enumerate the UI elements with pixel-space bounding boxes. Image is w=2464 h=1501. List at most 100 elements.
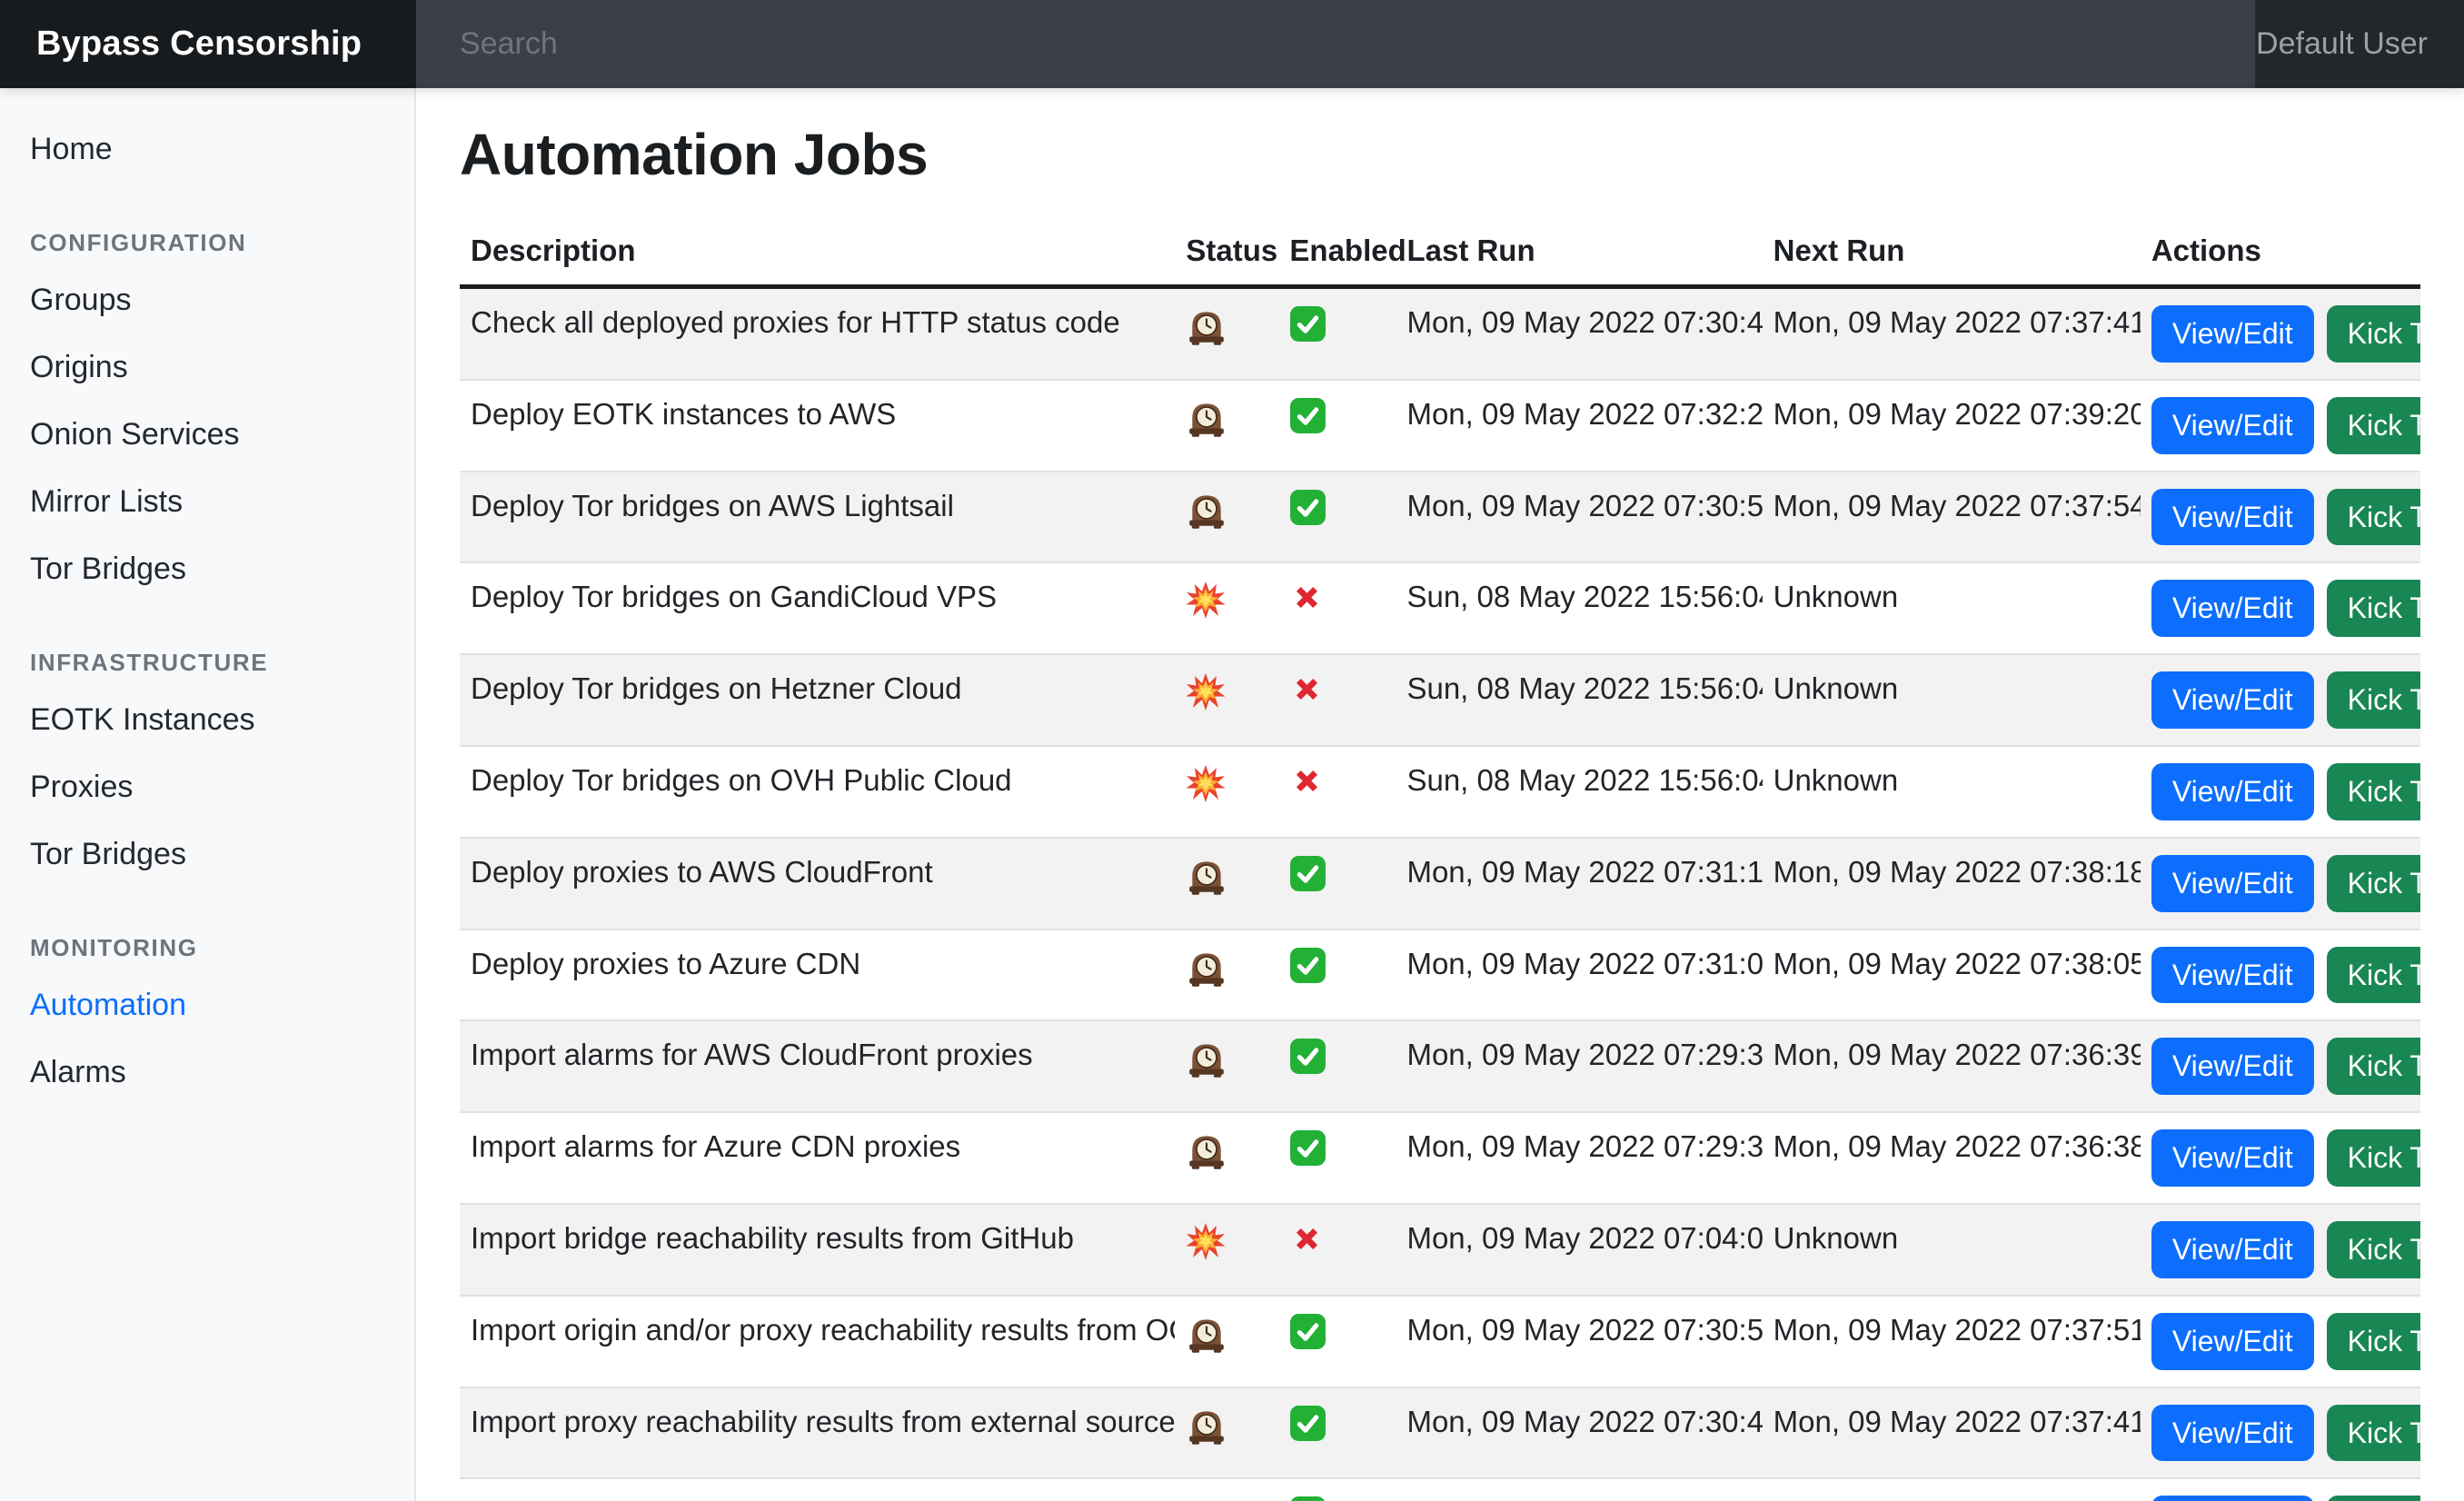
view-edit-button[interactable]: View/Edit: [2151, 397, 2314, 454]
kick-timer-button[interactable]: Kick Timer: [2327, 671, 2420, 729]
kick-timer-button[interactable]: Kick Timer: [2327, 1496, 2420, 1501]
view-edit-button[interactable]: View/Edit: [2151, 671, 2314, 729]
job-actions-cell: View/EditKick Timer: [2141, 1387, 2420, 1479]
sidebar-item-proxies[interactable]: Proxies: [0, 753, 414, 820]
job-description: Update mirror lists in AWS S3 buckets: [460, 1478, 1175, 1501]
sidebar-item-onion-services[interactable]: Onion Services: [0, 401, 414, 468]
job-last-run: Mon, 09 May 2022 07:29:38: [1396, 1112, 1762, 1204]
job-enabled-cell: [1278, 1112, 1396, 1204]
kick-timer-button[interactable]: Kick Timer: [2327, 305, 2420, 363]
job-description: Deploy Tor bridges on GandiCloud VPS: [460, 562, 1175, 654]
job-actions-cell: View/Edit Kick Timer: [2141, 1478, 2420, 1501]
job-actions-cell: View/EditKick Timer: [2141, 1112, 2420, 1204]
job-actions-cell: View/EditKick Timer: [2141, 1204, 2420, 1296]
job-status-cell: [1175, 838, 1278, 929]
view-edit-button[interactable]: View/Edit: [2151, 1038, 2314, 1095]
job-status-cell: [1175, 929, 1278, 1021]
sidebar-section-monitoring: MONITORING: [0, 924, 414, 971]
view-edit-button[interactable]: View/Edit: [2151, 1496, 2314, 1501]
kick-timer-button[interactable]: Kick Timer: [2327, 947, 2420, 1004]
kick-timer-button[interactable]: Kick Timer: [2327, 1405, 2420, 1462]
top-navbar: Bypass Censorship Default User: [0, 0, 2464, 88]
job-last-run: Sun, 08 May 2022 15:56:04: [1396, 746, 1762, 838]
sidebar-item-eotk-instances[interactable]: EOTK Instances: [0, 686, 414, 753]
job-enabled-cell: [1278, 1478, 1396, 1501]
job-actions-cell: View/EditKick Timer: [2141, 838, 2420, 929]
job-description: Deploy Tor bridges on Hetzner Cloud: [460, 654, 1175, 746]
view-edit-button[interactable]: View/Edit: [2151, 763, 2314, 820]
kick-timer-button[interactable]: Kick Timer: [2327, 580, 2420, 637]
sidebar-item-alarms[interactable]: Alarms: [0, 1039, 414, 1106]
user-menu[interactable]: Default User: [2255, 0, 2464, 88]
view-edit-button[interactable]: View/Edit: [2151, 489, 2314, 546]
kick-timer-button[interactable]: Kick Timer: [2327, 397, 2420, 454]
job-next-run: Unknown: [1763, 654, 2141, 746]
job-status-cell: [1175, 1296, 1278, 1387]
mantel-clock-icon: [1186, 489, 1227, 531]
job-enabled-cell: [1278, 472, 1396, 563]
job-last-run: Mon, 09 May 2022 07:31:05: [1396, 929, 1762, 1021]
view-edit-button[interactable]: View/Edit: [2151, 947, 2314, 1004]
check-mark-button-icon: [1289, 305, 1326, 343]
sidebar-section-configuration: CONFIGURATION: [0, 219, 414, 266]
view-edit-button[interactable]: View/Edit: [2151, 305, 2314, 363]
job-description: Import alarms for AWS CloudFront proxies: [460, 1020, 1175, 1112]
page-layout: Home CONFIGURATIONGroupsOriginsOnion Serv…: [0, 88, 2464, 1501]
sidebar-item-tor-bridges[interactable]: Tor Bridges: [0, 820, 414, 888]
job-status-cell: [1175, 1387, 1278, 1479]
search-input[interactable]: [458, 25, 2075, 63]
view-edit-button[interactable]: View/Edit: [2151, 855, 2314, 912]
sidebar-item-groups[interactable]: Groups: [0, 266, 414, 333]
kick-timer-button[interactable]: Kick Timer: [2327, 1129, 2420, 1187]
job-row: Deploy Tor bridges on Hetzner Cloud Sun, …: [460, 654, 2420, 746]
job-next-run: Mon, 09 May 2022 07:37:41: [1763, 1387, 2141, 1479]
job-enabled-cell: [1278, 1296, 1396, 1387]
job-next-run: Unknown: [1763, 1204, 2141, 1296]
job-status-cell: [1175, 1112, 1278, 1204]
job-last-run: Sun, 08 May 2022 15:56:04: [1396, 654, 1762, 746]
view-edit-button[interactable]: View/Edit: [2151, 1221, 2314, 1278]
sidebar-item-tor-bridges[interactable]: Tor Bridges: [0, 535, 414, 602]
job-enabled-cell: [1278, 1020, 1396, 1112]
cross-mark-icon: [1289, 763, 1325, 799]
kick-timer-button[interactable]: Kick Timer: [2327, 855, 2420, 912]
sidebar-item-mirror-lists[interactable]: Mirror Lists: [0, 468, 414, 535]
job-row: Update mirror lists in AWS S3 bucketsMon…: [460, 1478, 2420, 1501]
view-edit-button[interactable]: View/Edit: [2151, 1313, 2314, 1370]
view-edit-button[interactable]: View/Edit: [2151, 580, 2314, 637]
kick-timer-button[interactable]: Kick Timer: [2327, 763, 2420, 820]
job-actions-cell: View/EditKick Timer: [2141, 380, 2420, 472]
view-edit-button[interactable]: View/Edit: [2151, 1405, 2314, 1462]
sidebar-item-home[interactable]: Home: [0, 115, 414, 183]
job-enabled-cell: [1278, 746, 1396, 838]
job-status-cell: [1175, 562, 1278, 654]
job-row: Import alarms for Azure CDN proxiesMon, …: [460, 1112, 2420, 1204]
cross-mark-icon: [1289, 671, 1325, 707]
job-enabled-cell: [1278, 929, 1396, 1021]
job-status-cell: [1175, 287, 1278, 380]
check-mark-button-icon: [1289, 1129, 1326, 1167]
job-next-run: Mon, 09 May 2022 07:37:54: [1763, 472, 2141, 563]
job-actions-cell: View/EditKick Timer: [2141, 654, 2420, 746]
app-brand[interactable]: Bypass Censorship: [0, 0, 416, 88]
kick-timer-button[interactable]: Kick Timer: [2327, 489, 2420, 546]
job-description: Import proxy reachability results from e…: [460, 1387, 1175, 1479]
view-edit-button[interactable]: View/Edit: [2151, 1129, 2314, 1187]
job-actions-cell: View/EditKick Timer: [2141, 929, 2420, 1021]
job-row: Import proxy reachability results from e…: [460, 1387, 2420, 1479]
job-enabled-cell: [1278, 838, 1396, 929]
job-status-cell: [1175, 1020, 1278, 1112]
sidebar-item-automation[interactable]: Automation: [0, 971, 414, 1039]
sidebar-item-origins[interactable]: Origins: [0, 333, 414, 401]
job-status-cell: [1175, 1204, 1278, 1296]
kick-timer-button[interactable]: Kick Timer: [2327, 1313, 2420, 1370]
cross-mark-icon: [1289, 1221, 1325, 1257]
mantel-clock-icon: [1186, 855, 1227, 897]
job-row: Deploy EOTK instances to AWSMon, 09 May …: [460, 380, 2420, 472]
kick-timer-button[interactable]: Kick Timer: [2327, 1221, 2420, 1278]
kick-timer-button[interactable]: Kick Timer: [2327, 1038, 2420, 1095]
mantel-clock-icon: [1186, 1313, 1227, 1355]
job-next-run: Mon, 09 May 2022 07:37:41: [1763, 287, 2141, 380]
job-row: Deploy proxies to Azure CDNMon, 09 May 2…: [460, 929, 2420, 1021]
job-next-run: Mon, 09 May 2022 07:36:39: [1763, 1020, 2141, 1112]
